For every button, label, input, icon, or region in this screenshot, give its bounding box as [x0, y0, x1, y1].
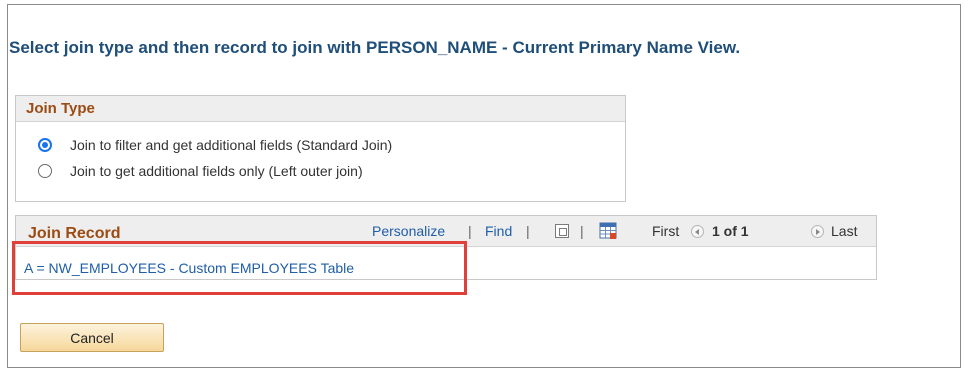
download-grid-icon[interactable]: [599, 222, 617, 240]
page-title: Select join type and then record to join…: [9, 38, 741, 57]
cancel-button[interactable]: Cancel: [20, 323, 164, 352]
join-type-group: Join Type Join to filter and get additio…: [15, 95, 626, 202]
radio-label-left-outer-join[interactable]: Join to get additional fields only (Left…: [70, 163, 363, 179]
radio-button-selected[interactable]: [38, 138, 52, 152]
join-type-heading: Join Type: [26, 100, 95, 117]
personalize-link[interactable]: Personalize: [372, 223, 445, 239]
toolbar-separator: |: [580, 223, 584, 239]
toolbar-separator: |: [468, 223, 472, 239]
join-record-header: Join Record Personalize | Find | | First…: [16, 216, 876, 247]
radio-label-standard-join[interactable]: Join to filter and get additional fields…: [70, 137, 392, 153]
next-arrow-icon[interactable]: [811, 225, 824, 238]
page-count: 1 of 1: [712, 223, 749, 239]
toolbar-separator: |: [526, 223, 530, 239]
join-record-heading: Join Record: [28, 225, 121, 242]
first-link[interactable]: First: [652, 223, 679, 239]
find-link[interactable]: Find: [485, 223, 512, 239]
previous-arrow-icon[interactable]: [691, 225, 704, 238]
join-record-link[interactable]: A = NW_EMPLOYEES - Custom EMPLOYEES Tabl…: [24, 260, 354, 276]
radio-button[interactable]: [38, 164, 52, 178]
view-all-icon[interactable]: [555, 224, 569, 238]
last-link[interactable]: Last: [831, 223, 857, 239]
join-type-header: Join Type: [16, 96, 625, 122]
